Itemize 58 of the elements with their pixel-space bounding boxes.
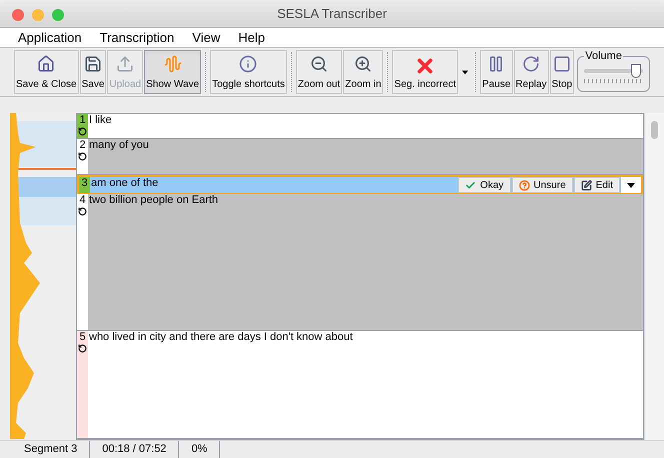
zoom-in-icon bbox=[354, 55, 372, 73]
toolbar-button[interactable]: Toggle shortcuts bbox=[210, 50, 287, 94]
toolbar-button[interactable]: Save & Close bbox=[14, 50, 79, 94]
segment-row[interactable]: 3 am one of the Okay Unsure Edit bbox=[77, 175, 643, 194]
menu-item[interactable]: Transcription bbox=[100, 28, 174, 48]
info-icon bbox=[239, 55, 258, 73]
house-icon bbox=[37, 55, 56, 73]
menu-item[interactable]: Application bbox=[18, 28, 82, 48]
segment-number: 3 bbox=[81, 177, 88, 190]
segment-row[interactable]: 5 who lived in city and there are days I don't know about bbox=[77, 331, 643, 439]
segment-action-button[interactable]: Unsure bbox=[512, 177, 573, 193]
volume-label: Volume bbox=[584, 49, 623, 64]
replay-icon bbox=[522, 55, 540, 73]
segment-number: 1 bbox=[79, 114, 86, 127]
replay-icon[interactable] bbox=[78, 207, 87, 216]
segment-number: 2 bbox=[79, 139, 86, 152]
segment-action-button[interactable]: Edit bbox=[574, 177, 620, 193]
replay-icon[interactable] bbox=[78, 344, 87, 353]
scrollbar-thumb[interactable] bbox=[651, 121, 658, 139]
status-bar-field: 00:18 / 07:52 bbox=[90, 441, 180, 458]
segment-row[interactable]: 4 two billion people on Earth bbox=[77, 194, 643, 331]
waveform-icon bbox=[164, 55, 182, 73]
toolbar-button[interactable]: Pause bbox=[480, 50, 513, 94]
toolbar-button[interactable]: Stop bbox=[550, 50, 574, 94]
segment-text: am one of the bbox=[90, 177, 158, 191]
window-title: SESLA Transcriber bbox=[277, 4, 387, 23]
toolbar-button[interactable]: Show Wave bbox=[144, 50, 202, 94]
segment-number: 5 bbox=[79, 331, 86, 344]
toolbar-button[interactable]: Save bbox=[80, 50, 106, 94]
segment-row[interactable]: 2 many of you bbox=[77, 139, 643, 175]
toolbar-button[interactable]: Replay bbox=[514, 50, 549, 94]
segment-text: many of you bbox=[88, 139, 149, 153]
slider-ticks bbox=[584, 78, 643, 82]
replay-icon[interactable] bbox=[78, 127, 87, 136]
volume-slider[interactable]: Volume bbox=[577, 48, 650, 92]
toolbar-button[interactable]: Zoom out bbox=[296, 50, 342, 94]
stop-icon bbox=[552, 55, 571, 73]
caret-icon[interactable] bbox=[462, 70, 468, 74]
question-icon bbox=[518, 180, 530, 190]
segment-text: who lived in city and there are days I don't know about bbox=[88, 331, 353, 345]
caret-icon[interactable] bbox=[627, 182, 635, 188]
segment-row[interactable]: 1 I like bbox=[77, 114, 643, 139]
status-bar-field: 0% bbox=[179, 441, 220, 458]
segment-number: 4 bbox=[79, 194, 86, 207]
toolbar-button[interactable]: Seg. incorrect bbox=[392, 50, 458, 94]
menu-item[interactable]: Help bbox=[238, 28, 265, 48]
status-bar-field: Segment 3 bbox=[12, 441, 90, 458]
segment-action-button[interactable]: Okay bbox=[458, 177, 511, 193]
segment-text: two billion people on Earth bbox=[88, 194, 218, 208]
check-icon bbox=[465, 180, 476, 190]
pencil-icon bbox=[580, 180, 592, 190]
zoom-out-icon bbox=[310, 55, 328, 73]
menu-item[interactable]: View bbox=[192, 28, 220, 48]
upload-icon bbox=[116, 55, 134, 73]
replay-icon[interactable] bbox=[78, 152, 87, 161]
segment-text: I like bbox=[88, 114, 112, 128]
slider-thumb[interactable] bbox=[630, 64, 641, 78]
toolbar-button[interactable]: Zoom in bbox=[343, 50, 384, 94]
